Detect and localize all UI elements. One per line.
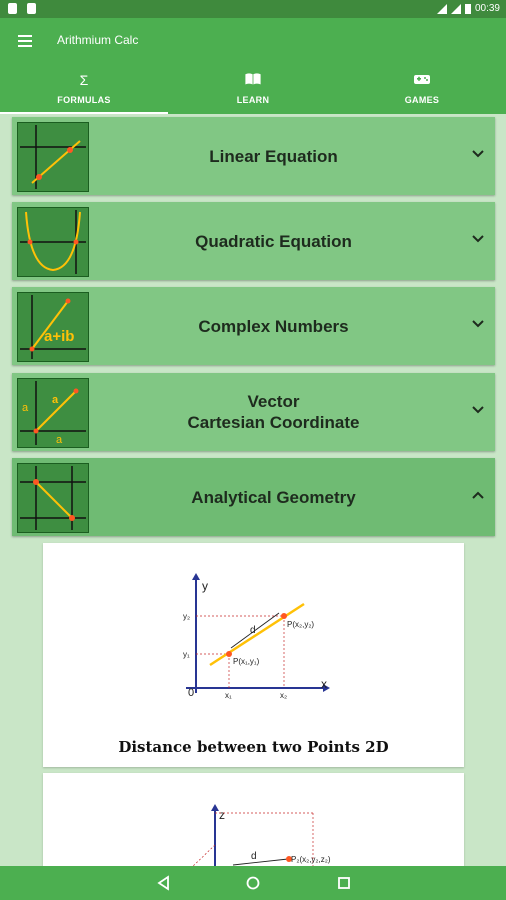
recents-icon[interactable] (335, 874, 353, 892)
tab-label: LEARN (236, 95, 270, 105)
distance-2d-diagram: y x 0 d y₂ y₁ x₁ x₂ P(x₁,y₁) P(x₂,y₂) (183, 573, 330, 700)
card-analytical-geometry[interactable]: Analytical Geometry (12, 458, 495, 536)
card-title-line: Vector (247, 392, 300, 411)
formula-panel-distance-2d[interactable]: y x 0 d y₂ y₁ x₁ x₂ P(x₁,y₁) P(x₂,y₂) Di… (43, 543, 464, 767)
svg-text:a: a (22, 402, 29, 414)
menu-icon[interactable] (16, 32, 36, 50)
wifi-icon (436, 3, 447, 14)
p2-label: P(x₂,y₂) (287, 620, 314, 629)
tab-bar: Σ FORMULAS LEARN GAMES (0, 64, 506, 114)
battery-icon (464, 4, 471, 14)
home-icon[interactable] (244, 874, 262, 892)
chevron-down-icon[interactable] (471, 232, 485, 246)
card-vector-cartesian[interactable]: a a a Vector Cartesian Coordinate (12, 373, 495, 451)
x-axis-label: x (321, 677, 327, 691)
tab-games[interactable]: GAMES (338, 64, 506, 114)
formula-panel-distance-3d[interactable]: z d P₂(x₂,y₂,z₂) (43, 773, 464, 866)
x2-label: x₂ (280, 691, 287, 700)
gamepad-icon (338, 72, 506, 88)
distance-label: d (251, 851, 257, 862)
book-icon (169, 72, 337, 89)
chevron-down-icon[interactable] (471, 317, 485, 331)
card-title: Analytical Geometry (191, 487, 356, 507)
card-title: Quadratic Equation (195, 231, 352, 251)
tab-formulas[interactable]: Σ FORMULAS (0, 64, 168, 114)
formula-caption: Distance between two Points 2D (118, 738, 389, 756)
signal-icon (450, 3, 461, 14)
card-complex-numbers[interactable]: a+ib Complex Numbers (12, 287, 495, 365)
linear-equation-thumbnail (17, 122, 89, 192)
complex-label: a+ib (44, 328, 74, 345)
vector-thumbnail: a a a (17, 378, 89, 448)
card-quadratic-equation[interactable]: Quadratic Equation (12, 202, 495, 280)
analytical-geometry-thumbnail (17, 463, 89, 533)
y2-label: y₂ (183, 612, 190, 621)
tab-label: GAMES (404, 95, 440, 105)
distance-label: d (250, 625, 256, 636)
complex-numbers-thumbnail: a+ib (17, 292, 89, 362)
chevron-up-icon[interactable] (471, 488, 485, 502)
card-title-line: Cartesian Coordinate (187, 413, 360, 432)
clock: 00:39 (474, 3, 500, 14)
tab-label: FORMULAS (57, 95, 111, 105)
back-icon[interactable] (155, 874, 173, 892)
svg-text:a: a (56, 434, 63, 446)
p1-label: P(x₁,y₁) (233, 657, 260, 666)
origin-label: 0 (188, 687, 194, 699)
tab-learn[interactable]: LEARN (169, 64, 337, 114)
card-title: Complex Numbers (198, 316, 349, 336)
system-nav-bar (0, 866, 506, 900)
chevron-down-icon[interactable] (471, 403, 485, 417)
y1-label: y₁ (183, 650, 190, 659)
app-title: Arithmium Calc (57, 33, 139, 47)
card-title: Vector Cartesian Coordinate (92, 373, 455, 451)
notification-icon (27, 3, 36, 14)
z-axis-label: z (219, 808, 225, 822)
notification-icon (8, 3, 17, 14)
formula-list: Linear Equation Quadratic Equation a+ib … (0, 114, 506, 866)
status-bar: 00:39 (0, 0, 506, 18)
svg-text:a: a (52, 394, 59, 406)
sigma-icon: Σ (79, 72, 89, 88)
card-linear-equation[interactable]: Linear Equation (12, 117, 495, 195)
card-title: Linear Equation (209, 146, 338, 166)
x1-label: x₁ (225, 691, 232, 700)
chevron-down-icon[interactable] (471, 147, 485, 161)
app-bar: Arithmium Calc (0, 18, 506, 64)
p2-label: P₂(x₂,y₂,z₂) (291, 855, 331, 864)
y-axis-label: y (202, 579, 208, 593)
quadratic-equation-thumbnail (17, 207, 89, 277)
distance-3d-diagram: z d P₂(x₂,y₂,z₂) (192, 804, 331, 866)
